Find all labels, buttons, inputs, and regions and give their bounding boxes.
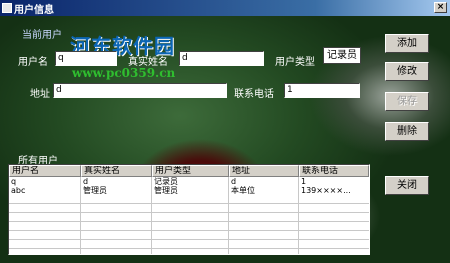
cell-phone: 139××××... xyxy=(301,186,351,195)
table-row[interactable]: q d 记录员 d 1 xyxy=(9,177,369,186)
column-header-address[interactable]: 地址 xyxy=(229,165,299,177)
app-icon xyxy=(2,3,12,13)
cell-username: abc xyxy=(11,186,26,195)
cell-phone: 1 xyxy=(301,177,307,186)
realname-label: 真实姓名 xyxy=(128,57,168,68)
save-button[interactable]: 保存 xyxy=(385,92,429,111)
cell-usertype: 管理员 xyxy=(154,186,178,195)
column-header-usertype[interactable]: 用户类型 xyxy=(152,165,229,177)
cell-realname: 管理员 xyxy=(83,186,107,195)
address-field[interactable]: d xyxy=(53,83,227,98)
realname-field[interactable]: d xyxy=(179,51,264,66)
cell-address: 本单位 xyxy=(231,186,255,195)
edit-button[interactable]: 修改 xyxy=(385,62,429,81)
address-label: 地址 xyxy=(30,89,50,100)
username-label: 用户名 xyxy=(18,57,48,68)
add-button[interactable]: 添加 xyxy=(385,34,429,53)
username-field[interactable]: q xyxy=(55,51,117,66)
watermark-url: www.pc0359.cn xyxy=(72,66,176,80)
users-table[interactable]: 用户名 真实姓名 用户类型 地址 联系电话 q d 记录员 d 1 abc 管理… xyxy=(8,164,370,255)
cell-address: d xyxy=(231,177,237,186)
current-user-group-label: 当前用户 xyxy=(22,30,62,41)
table-row[interactable]: abc 管理员 管理员 本单位 139××××... xyxy=(9,186,369,195)
table-grid xyxy=(9,195,369,254)
window-title: 用户信息 xyxy=(14,5,54,16)
title-bar: 用户信息 × xyxy=(0,0,450,16)
cell-username: q xyxy=(11,177,17,186)
cell-realname: d xyxy=(83,177,89,186)
column-header-realname[interactable]: 真实姓名 xyxy=(81,165,152,177)
usertype-label: 用户类型 xyxy=(275,57,315,68)
delete-button[interactable]: 删除 xyxy=(385,122,429,141)
phone-label: 联系电话 xyxy=(234,89,274,100)
cell-usertype: 记录员 xyxy=(154,177,178,186)
close-window-button[interactable]: × xyxy=(434,2,447,13)
table-header: 用户名 真实姓名 用户类型 地址 联系电话 xyxy=(9,165,369,177)
column-header-phone[interactable]: 联系电话 xyxy=(299,165,369,177)
column-header-username[interactable]: 用户名 xyxy=(9,165,81,177)
usertype-select[interactable]: 记录员 xyxy=(323,47,361,64)
close-button[interactable]: 关闭 xyxy=(385,176,429,195)
phone-field[interactable]: 1 xyxy=(284,83,360,98)
